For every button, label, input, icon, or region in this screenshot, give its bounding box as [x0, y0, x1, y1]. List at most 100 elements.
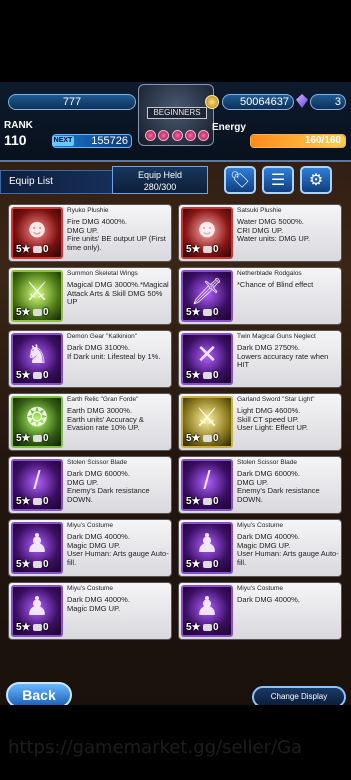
equip-thumbnail: ♟ 5★ 0 [181, 585, 233, 637]
star-rank: 5★ [186, 433, 201, 444]
equip-description: Magical DMG 3000%.*Magical Attack Arts &… [67, 280, 169, 306]
gem-count[interactable]: 3 [310, 94, 346, 110]
star-rank: 5★ [16, 496, 31, 507]
energy-bar: 160/160 [250, 134, 346, 148]
equip-thumbnail: ❂ 5★ 0 [11, 396, 63, 448]
level-value: 777 [8, 94, 136, 110]
equip-description: Water DMG 5000%. CRI DMG UP. Water units… [237, 217, 310, 243]
equip-card[interactable]: 🗡 5★ 0 Netherblade Rodgalos *Chance of Blind… [178, 267, 342, 325]
equip-held-box: Equip Held 280/300 [112, 166, 208, 194]
star-rank: 5★ [186, 496, 201, 507]
equip-count: 0 [213, 559, 219, 570]
equip-name: Miyu's Costume [67, 522, 114, 529]
equip-count: 0 [213, 244, 219, 255]
beginners-emblem[interactable]: BEGINNERS [138, 84, 214, 146]
watermark: https://gamemarket.gg/seller/Ga [8, 737, 303, 758]
back-button[interactable]: Back [6, 682, 72, 705]
phone-screen: 777 BEGINNERS 50064637 3 RANK 110 155726… [0, 0, 351, 780]
equip-thumbnail: /5★ 0 [181, 459, 233, 511]
star-rank: 5★ [186, 244, 201, 255]
equip-name: Earth Relic "Gran Forde" [67, 396, 139, 403]
equip-count: 0 [213, 496, 219, 507]
equip-icon: ⚔ [195, 402, 219, 432]
count-icon [203, 372, 212, 379]
equip-description: Dark DMG 4000%. Magic DMG UP. [67, 595, 130, 613]
equip-thumbnail: ⚔ 5★ 0 [181, 396, 233, 448]
equip-icon: ☻ [23, 213, 51, 243]
equip-card[interactable]: ♟ 5★ 0 Miyu's Costume Dark DMG 4000%. Magic … [8, 582, 172, 640]
equip-card[interactable]: ♟ 5★ 0 Miyu's Costume Dark DMG 4000%. Magic … [178, 519, 342, 577]
equip-held-count: 280/300 [143, 182, 177, 192]
equip-card[interactable]: ☻ 5★ 0 Satsuki Plushie Water DMG 5000%. CRI … [178, 204, 342, 262]
equip-thumbnail: ♟ 5★ 0 [11, 522, 63, 574]
count-icon [33, 624, 42, 631]
equip-name: Stolen Scissor Blade [237, 459, 297, 466]
star-rank: 5★ [16, 307, 31, 318]
tag-button[interactable]: 🏷 [224, 166, 256, 194]
change-display-button[interactable]: Change Display [252, 686, 346, 705]
energy-label: Energy [212, 122, 246, 133]
sort-icon: ☰ [270, 172, 286, 189]
equip-card[interactable]: ♟ 5★ 0 Miyu's Costume Dark DMG 4000%. Magic … [8, 519, 172, 577]
equip-card[interactable]: ❂ 5★ 0 Earth Relic "Gran Forde" Earth DMG 30… [8, 393, 172, 451]
count-icon [33, 561, 42, 568]
star-rank: 5★ [186, 307, 201, 318]
star-rank: 5★ [186, 559, 201, 570]
equip-count: 0 [213, 622, 219, 633]
energy-text: 160/160 [304, 135, 341, 146]
equip-icon: ☻ [193, 213, 221, 243]
star-rank: 5★ [16, 622, 31, 633]
equip-icon: / [33, 465, 41, 495]
count-icon [203, 246, 212, 253]
equip-description: *Chance of Blind effect [237, 280, 314, 289]
gem-icon [296, 94, 308, 108]
equip-name: Garland Sword "Star Light" [237, 396, 315, 403]
equip-name: Stolen Scissor Blade [67, 459, 127, 466]
star-rank: 5★ [16, 559, 31, 570]
equip-name: Summon Skeletal Wings [67, 270, 138, 277]
equip-thumbnail: ♟ 5★ 0 [181, 522, 233, 574]
equip-thumbnail: ♟ 5★ 0 [11, 585, 63, 637]
tag-icon: 🏷 [229, 172, 251, 189]
count-icon [33, 309, 42, 316]
equip-card[interactable]: ✕ 5★ 0 Twin Magical Guns Neglect Dark DMG 27… [178, 330, 342, 388]
sort-button[interactable]: ☰ [262, 166, 294, 194]
next-label: NEXT [52, 136, 74, 146]
equip-name: Demon Gear "Kalkinion" [67, 333, 138, 340]
count-icon [33, 498, 42, 505]
equip-card[interactable]: ☻ 5★ 0 Ryuko Plushie Fire DMG 4000%. DMG UP.… [8, 204, 172, 262]
equip-name: Twin Magical Guns Neglect [237, 333, 316, 340]
equip-thumbnail: ♞ 5★ 0 [11, 333, 63, 385]
equip-count: 0 [213, 370, 219, 381]
equip-count: 0 [43, 559, 49, 570]
count-icon [203, 435, 212, 442]
equip-card[interactable]: ⚔ 5★ 0 Garland Sword "Star Light" Light DMG … [178, 393, 342, 451]
equip-name: Miyu's Costume [237, 522, 284, 529]
equip-name: Ryuko Plushie [67, 207, 109, 214]
equip-count: 0 [43, 370, 49, 381]
settings-button[interactable]: ⚙ [300, 166, 332, 194]
equip-description: Dark DMG 4000%. Magic DMG UP. User Human… [67, 532, 169, 567]
equip-card[interactable]: ⚔ 5★ 0 Summon Skeletal Wings Magical DMG 300… [8, 267, 172, 325]
equip-count: 0 [213, 307, 219, 318]
equip-card[interactable]: /5★ 0 Stolen Scissor Blade Dark DMG 6000%. … [178, 456, 342, 514]
star-rank: 5★ [16, 244, 31, 255]
gold-amount: 50064637 [222, 94, 294, 110]
equip-card[interactable]: /5★ 0 Stolen Scissor Blade Dark DMG 6000%. … [8, 456, 172, 514]
star-rank: 5★ [16, 370, 31, 381]
game-view: 777 BEGINNERS 50064637 3 RANK 110 155726… [0, 82, 351, 705]
equip-description: Dark DMG 2750%. Lowers accuracy rate whe… [237, 343, 329, 369]
equip-name: Netherblade Rodgalos [237, 270, 302, 277]
rank-value: 110 [4, 132, 27, 148]
equip-count: 0 [43, 622, 49, 633]
equip-card[interactable]: ♟ 5★ 0 Miyu's Costume Dark DMG 4000%. [178, 582, 342, 640]
equip-count: 0 [213, 433, 219, 444]
equip-thumbnail: 🗡 5★ 0 [181, 270, 233, 322]
equip-subbar: Equip List Equip Held 280/300 🏷 ☰ ⚙ [0, 164, 351, 200]
star-rank: 5★ [186, 622, 201, 633]
count-icon [33, 435, 42, 442]
equip-name: Satsuki Plushie [237, 207, 282, 214]
equip-card[interactable]: ♞ 5★ 0 Demon Gear "Kalkinion" Dark DMG 3100%… [8, 330, 172, 388]
equip-thumbnail: /5★ 0 [11, 459, 63, 511]
equip-held-label: Equip Held [137, 170, 183, 180]
